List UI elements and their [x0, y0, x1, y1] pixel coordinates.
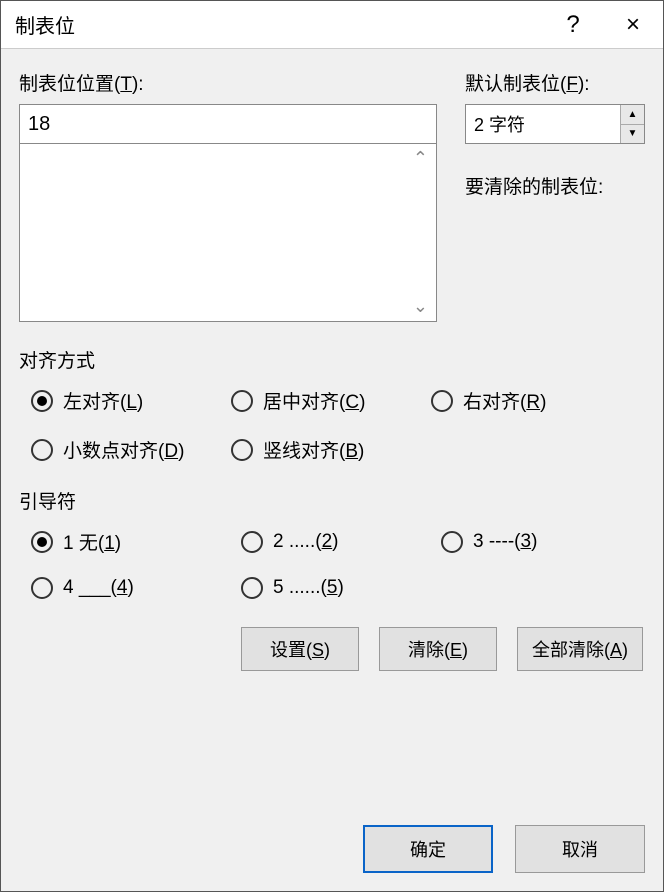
- leader-dots-radio[interactable]: 2 .....(2): [241, 528, 441, 555]
- align-center-radio[interactable]: 居中对齐(C): [231, 387, 431, 414]
- leader-group: 1 无(1) 2 .....(2) 3 ----(3) 4 ___(4) 5 .…: [19, 528, 645, 599]
- default-tab-spinner[interactable]: 2 字符 ▲ ▼: [465, 104, 645, 144]
- align-left-radio[interactable]: 左对齐(L): [31, 387, 231, 414]
- close-button[interactable]: ×: [603, 1, 663, 49]
- dialog-content: 制表位位置(T): ⌃ ⌄ 默认制表位(F): 2 字符 ▲ ▼: [1, 49, 663, 825]
- leader-none-radio[interactable]: 1 无(1): [31, 528, 241, 555]
- set-button[interactable]: 设置(S): [241, 627, 359, 671]
- default-tab-value[interactable]: 2 字符: [466, 105, 620, 143]
- tab-position-list[interactable]: ⌃ ⌄: [19, 144, 437, 322]
- dialog-button-row: 确定 取消: [1, 825, 663, 891]
- leader-smalldots-radio[interactable]: 5 ......(5): [241, 577, 441, 599]
- radio-icon: [31, 390, 53, 412]
- radio-icon: [31, 531, 53, 553]
- radio-icon: [31, 577, 53, 599]
- radio-icon: [231, 439, 253, 461]
- ok-button[interactable]: 确定: [363, 825, 493, 873]
- default-tab-column: 默认制表位(F): 2 字符 ▲ ▼ 要清除的制表位:: [465, 69, 645, 322]
- radio-icon: [441, 531, 463, 553]
- tabs-dialog: 制表位 ? × 制表位位置(T): ⌃ ⌄ 默认制表位(F): 2 字符: [0, 0, 664, 892]
- spinner-down-button[interactable]: ▼: [621, 124, 644, 144]
- leader-section-title: 引导符: [19, 487, 645, 514]
- alignment-section-title: 对齐方式: [19, 346, 645, 373]
- radio-icon: [31, 439, 53, 461]
- list-scroll-down-icon: ⌄: [413, 296, 428, 317]
- to-clear-label: 要清除的制表位:: [465, 172, 645, 199]
- spinner-buttons: ▲ ▼: [620, 105, 644, 143]
- titlebar: 制表位 ? ×: [1, 1, 663, 49]
- clear-all-button[interactable]: 全部清除(A): [517, 627, 643, 671]
- clear-button[interactable]: 清除(E): [379, 627, 497, 671]
- alignment-group: 左对齐(L) 居中对齐(C) 右对齐(R) 小数点对齐(D) 竖线对齐(B): [19, 387, 645, 463]
- align-bar-radio[interactable]: 竖线对齐(B): [231, 436, 431, 463]
- tab-position-input[interactable]: [19, 104, 437, 144]
- leader-underline-radio[interactable]: 4 ___(4): [31, 577, 241, 599]
- tab-action-row: 设置(S) 清除(E) 全部清除(A): [19, 627, 645, 671]
- spinner-up-button[interactable]: ▲: [621, 105, 644, 124]
- align-right-radio[interactable]: 右对齐(R): [431, 387, 645, 414]
- align-decimal-radio[interactable]: 小数点对齐(D): [31, 436, 231, 463]
- radio-icon: [241, 577, 263, 599]
- tab-position-column: 制表位位置(T): ⌃ ⌄: [19, 69, 437, 322]
- dialog-title: 制表位: [15, 10, 543, 39]
- top-row: 制表位位置(T): ⌃ ⌄ 默认制表位(F): 2 字符 ▲ ▼: [19, 69, 645, 322]
- list-scroll-up-icon: ⌃: [413, 148, 428, 169]
- default-tab-label: 默认制表位(F):: [465, 69, 645, 96]
- help-button[interactable]: ?: [543, 1, 603, 49]
- leader-dashes-radio[interactable]: 3 ----(3): [441, 528, 645, 555]
- radio-icon: [241, 531, 263, 553]
- radio-icon: [231, 390, 253, 412]
- radio-icon: [431, 390, 453, 412]
- tab-position-label: 制表位位置(T):: [19, 69, 437, 96]
- cancel-button[interactable]: 取消: [515, 825, 645, 873]
